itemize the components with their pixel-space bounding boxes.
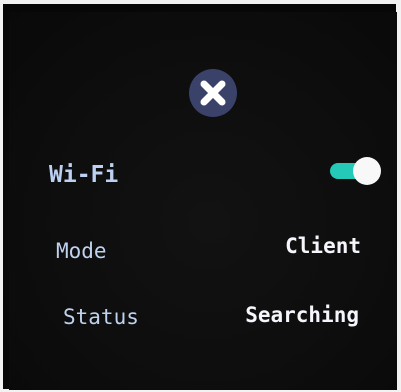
status-value: Searching	[245, 303, 359, 327]
mode-value[interactable]: Client	[285, 234, 361, 258]
device-photo: Wi-Fi Mode Client Status Searching	[0, 0, 401, 392]
wifi-toggle-knob	[353, 157, 381, 185]
mode-label: Mode	[56, 239, 107, 263]
status-label: Status	[63, 305, 139, 329]
wifi-toggle[interactable]	[330, 157, 381, 185]
close-button[interactable]	[189, 69, 237, 117]
close-icon	[200, 80, 226, 106]
watch-screen: Wi-Fi Mode Client Status Searching	[9, 12, 397, 390]
wifi-label: Wi-Fi	[49, 162, 119, 188]
